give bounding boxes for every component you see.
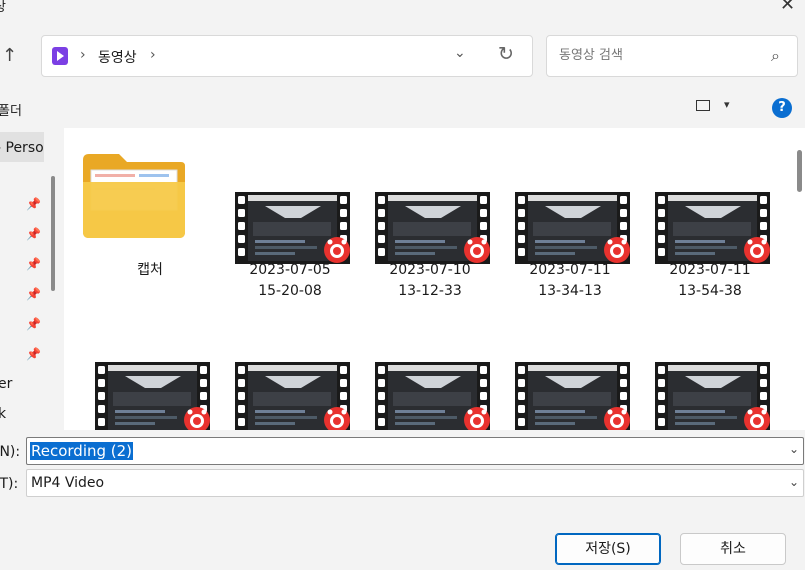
pin-icon: 📌	[26, 317, 41, 331]
filename-input[interactable]: Recording (2)	[30, 442, 134, 460]
video-thumbnail-icon	[655, 362, 770, 430]
video-thumbnail-icon	[375, 362, 490, 430]
video-thumbnail-icon	[235, 362, 350, 430]
video-thumbnail-icon	[655, 192, 770, 264]
video-file-item[interactable]: 2023-07-10 13-12-33	[370, 128, 490, 299]
video-thumbnail-icon	[515, 192, 630, 264]
content-scrollbar[interactable]	[797, 150, 802, 192]
view-mode-icon[interactable]	[696, 100, 710, 111]
filename-field[interactable]: Recording (2) ⌄	[26, 437, 804, 465]
nav-item-label[interactable]: k	[0, 406, 6, 422]
video-file-item[interactable]	[650, 298, 770, 430]
breadcrumb-separator: ›	[80, 47, 86, 63]
video-thumbnail-icon	[235, 192, 350, 264]
breadcrumb-videos[interactable]: 동영상	[98, 47, 137, 67]
pin-icon: 📌	[26, 227, 41, 241]
breadcrumb-separator[interactable]: ›	[150, 47, 156, 63]
address-bar[interactable]: › 동영상 › ⌄ ↻	[41, 35, 533, 77]
file-list: 캡처 2023-07-05 15-20-08 2023-07-10 13-12-33…	[64, 128, 805, 430]
help-button[interactable]: ?	[772, 98, 792, 118]
filetype-value: MP4 Video	[31, 475, 105, 491]
button-bar: 저장(S) 취소	[0, 505, 805, 570]
folder-icon	[83, 154, 185, 238]
video-file-item[interactable]	[510, 298, 630, 430]
title-bar: 상 ✕	[0, 0, 805, 24]
new-folder-button[interactable]: 폴더	[0, 100, 22, 119]
nav-scrollbar[interactable]	[51, 176, 55, 291]
file-name-label: 2023-07-05 15-20-08	[249, 262, 331, 299]
nav-item-personal[interactable]: - Perso	[0, 132, 44, 162]
nav-pane: - Perso 📌 📌 📌 📌 📌 📌 er k	[0, 128, 62, 430]
search-icon[interactable]: ⌕	[771, 46, 780, 66]
cancel-button[interactable]: 취소	[680, 533, 786, 565]
pin-icon: 📌	[26, 197, 41, 211]
video-file-item[interactable]: 2023-07-11 13-34-13	[510, 128, 630, 299]
chevron-down-icon[interactable]: ⌄	[454, 45, 466, 61]
view-dropdown-icon[interactable]: ▾	[724, 98, 730, 111]
pin-icon: 📌	[26, 287, 41, 301]
filename-label: (N):	[0, 444, 21, 460]
video-file-item[interactable]	[230, 298, 350, 430]
file-name-label: 캡처	[137, 262, 163, 278]
file-name-label: 2023-07-10 13-12-33	[389, 262, 471, 299]
pin-icon: 📌	[26, 347, 41, 361]
chevron-down-icon[interactable]: ⌄	[789, 475, 799, 489]
filetype-select[interactable]: MP4 Video ⌄	[26, 469, 804, 497]
close-icon[interactable]: ✕	[780, 0, 795, 15]
save-button[interactable]: 저장(S)	[555, 533, 661, 565]
filetype-label: (T):	[0, 476, 19, 492]
up-button[interactable]: ↑	[2, 44, 26, 68]
video-file-item[interactable]	[90, 298, 210, 430]
refresh-icon[interactable]: ↻	[498, 43, 514, 65]
toolbar: 폴더 ▾	[0, 90, 805, 128]
search-input[interactable]	[557, 47, 761, 64]
video-thumbnail-icon	[515, 362, 630, 430]
nav-item-label[interactable]: er	[0, 376, 12, 392]
videos-folder-icon	[52, 47, 68, 65]
file-name-label: 2023-07-11 13-54-38	[669, 262, 751, 299]
search-box[interactable]: ⌕	[546, 35, 798, 77]
pin-icon: 📌	[26, 257, 41, 271]
folder-item[interactable]: 캡처	[83, 128, 210, 298]
video-file-item[interactable]	[370, 298, 490, 430]
video-thumbnail-icon	[375, 192, 490, 264]
video-thumbnail-icon	[95, 362, 210, 430]
nav-item-label: - Perso	[0, 140, 44, 156]
window-title: 상	[0, 0, 6, 15]
chevron-down-icon[interactable]: ⌄	[789, 442, 799, 456]
video-file-item[interactable]: 2023-07-11 13-54-38	[650, 128, 770, 299]
video-file-item[interactable]: 2023-07-05 15-20-08	[230, 128, 350, 299]
file-name-label: 2023-07-11 13-34-13	[529, 262, 611, 299]
